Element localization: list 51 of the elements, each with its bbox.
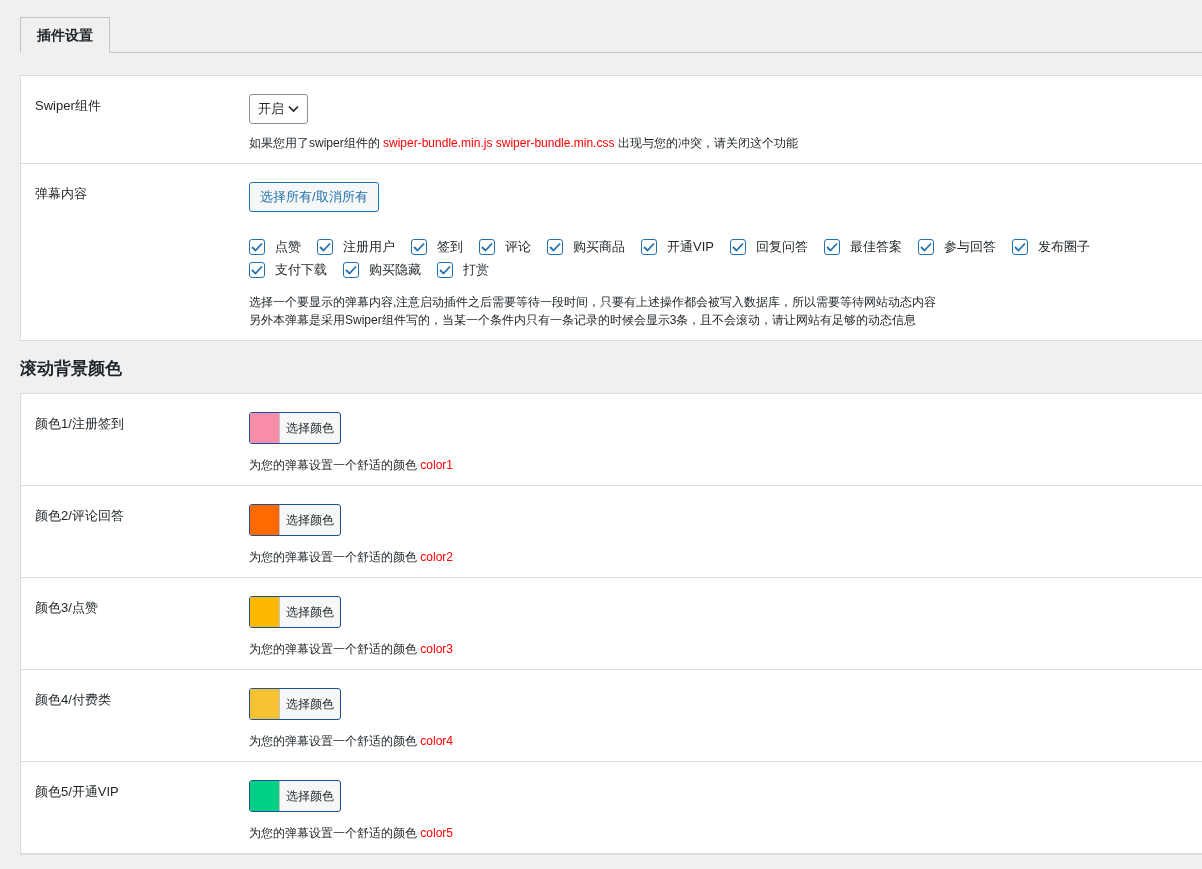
checkbox-label: 最佳答案 [849, 238, 902, 257]
select-dropdown[interactable]: 开启 [249, 94, 308, 124]
caret-icon [288, 105, 299, 113]
field-description: 为您的弹幕设置一个舒适的颜色 color3 [249, 641, 455, 658]
checkbox-label: 评论 [505, 238, 531, 257]
checkbox-label: 点赞 [275, 238, 301, 257]
checkbox-label: 开通VIP [667, 238, 714, 257]
color-picker-button[interactable]: 选择颜色 [249, 504, 341, 536]
checkbox[interactable] [547, 239, 563, 255]
field-label: 颜色1/注册签到 [35, 415, 125, 433]
checkbox[interactable] [317, 239, 333, 255]
field-description: 另外本弹幕是采用Swiper组件写的，当某一个条件内只有一条记录的时候会显示3条，且不会滚动，请让网站有足够的动态信息 [249, 312, 918, 329]
checkbox-label: 购买隐藏 [369, 261, 421, 280]
field-label: Swiper组件 [35, 97, 102, 115]
color-picker-button[interactable]: 选择颜色 [249, 688, 341, 720]
checkbox-label: 支付下载 [275, 261, 327, 280]
checkbox[interactable] [729, 239, 746, 255]
checkbox-label: 回复问答 [755, 238, 808, 257]
field-description: 为您的弹幕设置一个舒适的颜色 color1 [249, 457, 455, 474]
tab[interactable]: 插件设置 [20, 17, 110, 53]
field-label: 颜色4/付费类 [35, 691, 112, 709]
color-picker-button[interactable]: 选择颜色 [249, 780, 341, 812]
checkbox[interactable] [917, 239, 934, 255]
field-description: 选择一个要显示的弹幕内容,注意启动插件之后需要等待一段时间，只要有上述操作都会被写入数据库，所以需要等待网站动态内容 [249, 294, 938, 311]
checkbox[interactable] [249, 239, 265, 255]
checkbox-label: 参与回答 [943, 238, 996, 257]
checkbox[interactable] [249, 262, 265, 278]
checkbox[interactable] [823, 239, 840, 255]
select-all-button[interactable]: 选择所有/取消所有 [249, 182, 379, 212]
checkbox-label: 签到 [437, 238, 463, 257]
checkbox[interactable] [437, 262, 453, 278]
section-heading: 滚动背景颜色 [20, 358, 123, 380]
field-label: 颜色5/开通VIP [35, 783, 120, 801]
field-label: 颜色2/评论回答 [35, 507, 125, 525]
field-description: 如果您用了swiper组件的 swiper-bundle.min.js swiper-bundle.min.css 出现与您的冲突，请关闭这个功能 [249, 135, 799, 152]
field-description: 为您的弹幕设置一个舒适的颜色 color5 [249, 825, 455, 842]
checkbox[interactable] [641, 239, 657, 255]
checkbox[interactable] [1011, 239, 1028, 255]
color-picker-button[interactable]: 选择颜色 [249, 412, 341, 444]
color-picker-button[interactable]: 选择颜色 [249, 596, 341, 628]
checkbox-label: 发布圈子 [1037, 238, 1090, 257]
checkbox[interactable] [411, 239, 427, 255]
field-description: 为您的弹幕设置一个舒适的颜色 color4 [249, 733, 455, 750]
checkbox-label: 注册用户 [343, 238, 395, 257]
field-label: 弹幕内容 [35, 185, 88, 203]
checkbox[interactable] [343, 262, 359, 278]
checkbox[interactable] [479, 239, 495, 255]
field-description: 为您的弹幕设置一个舒适的颜色 color2 [249, 549, 455, 566]
checkbox-label: 购买商品 [573, 238, 625, 257]
field-label: 颜色3/点赞 [35, 599, 99, 617]
checkbox-label: 打赏 [463, 261, 489, 280]
